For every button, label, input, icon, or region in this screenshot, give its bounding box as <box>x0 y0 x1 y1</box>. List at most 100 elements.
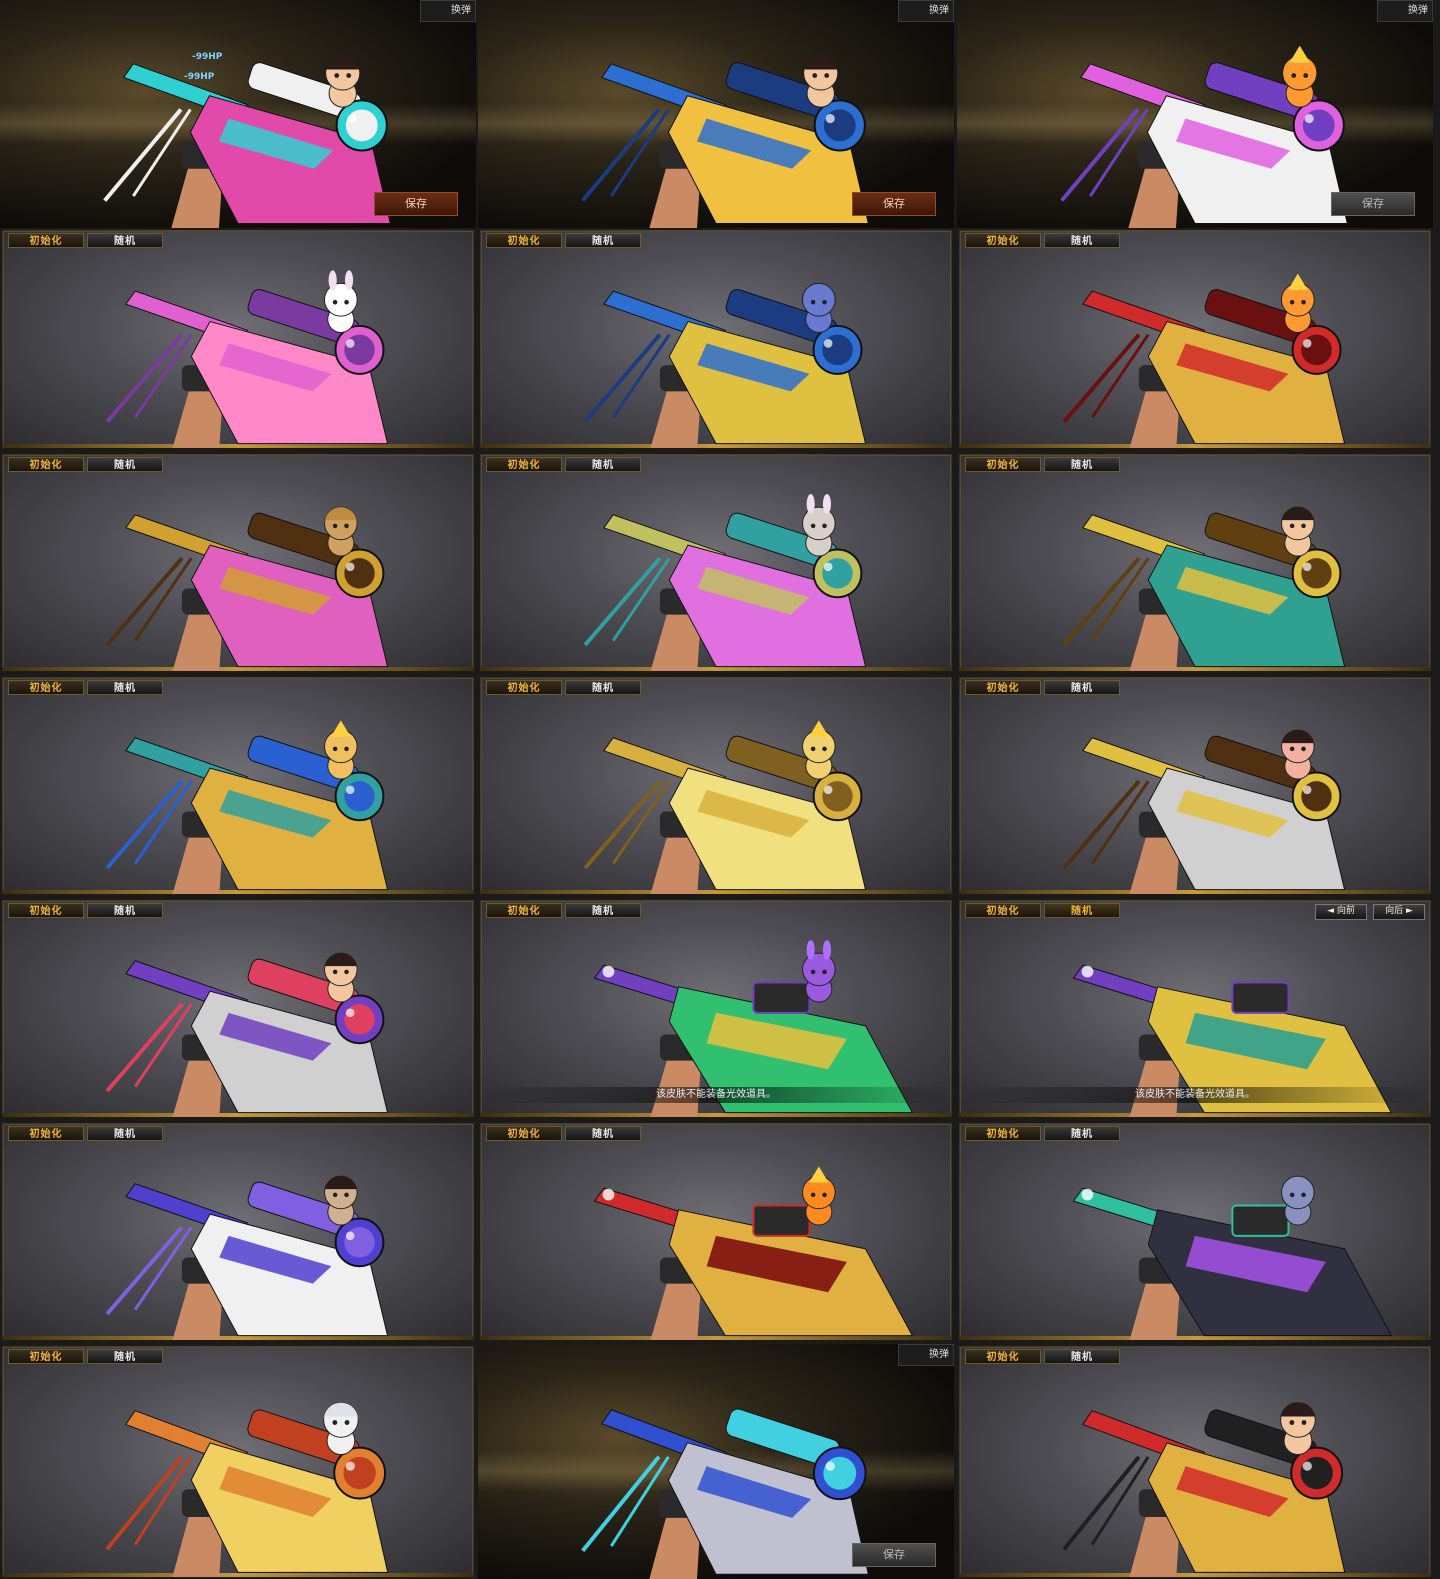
pet-mascot-icon <box>1280 1402 1316 1456</box>
init-tab[interactable]: 初始化 <box>486 457 562 472</box>
pet-eye <box>810 969 816 975</box>
lens-glint <box>825 1461 835 1471</box>
next-button[interactable]: 向后 ► <box>1373 904 1425 920</box>
init-tab[interactable]: 初始化 <box>965 680 1041 695</box>
notice-text: 该皮肤不能装备光效道具。 <box>959 1087 1431 1103</box>
skin-panel: 初始化 随机该皮肤不能装备光效道具。 <box>478 898 954 1119</box>
pet-mascot-icon <box>325 55 361 108</box>
pet-eye <box>1289 1420 1295 1425</box>
random-tab[interactable]: 随机 <box>565 457 641 472</box>
damage-text: -99HP <box>184 72 215 82</box>
skin-panel: 初始化 随机 <box>478 1121 954 1342</box>
pet-eye <box>344 523 349 529</box>
init-tab[interactable]: 初始化 <box>8 233 84 248</box>
random-tab[interactable]: 随机 <box>87 680 163 695</box>
scope-lens <box>345 109 378 142</box>
lens-glint <box>1304 114 1314 124</box>
skin-panel: 换弹 保存 -99HP -99HP <box>0 0 476 228</box>
init-tab[interactable]: 初始化 <box>8 903 84 918</box>
weapon-render <box>1072 964 1393 1117</box>
muzzle-glow <box>1081 1188 1094 1201</box>
panel-tabs: 初始化 随机 <box>8 680 163 695</box>
rifle-sight <box>752 981 811 1014</box>
scope-lens <box>823 1456 857 1490</box>
pet-eye <box>344 746 349 752</box>
weapon-render <box>105 1402 389 1577</box>
pet-mascot-icon <box>1282 45 1318 108</box>
pet-eye <box>346 73 352 78</box>
init-tab[interactable]: 初始化 <box>965 233 1041 248</box>
pet-eye <box>1301 746 1306 752</box>
panel-tabs: 初始化 随机 <box>8 233 163 248</box>
random-tab[interactable]: 随机 <box>1044 1349 1120 1364</box>
pet-ear <box>822 494 832 514</box>
init-tab[interactable]: 初始化 <box>8 457 84 472</box>
skin-panel: 初始化 随机 <box>957 1344 1433 1579</box>
random-tab[interactable]: 随机 <box>87 903 163 918</box>
panel-tabs: 初始化 随机 <box>8 903 163 918</box>
lens-glint <box>823 339 833 348</box>
bipod-leg <box>103 108 183 202</box>
random-tab[interactable]: 随机 <box>1044 1126 1120 1141</box>
panel-tabs: 初始化 随机 <box>965 1349 1120 1364</box>
reload-button[interactable]: 换弹 <box>420 0 476 22</box>
pet-eye <box>334 73 340 78</box>
init-tab[interactable]: 初始化 <box>965 903 1041 918</box>
init-tab[interactable]: 初始化 <box>486 233 562 248</box>
pet-crest <box>331 720 351 737</box>
weapon-render <box>583 282 867 448</box>
save-button[interactable]: 保存 <box>852 192 936 216</box>
notice-text: 该皮肤不能装备光效道具。 <box>480 1087 952 1103</box>
random-tab[interactable]: 随机 <box>1044 680 1120 695</box>
random-tab[interactable]: 随机 <box>1044 457 1120 472</box>
init-tab[interactable]: 初始化 <box>965 457 1041 472</box>
pet-eye <box>344 299 349 305</box>
reload-button[interactable]: 换弹 <box>1377 0 1433 22</box>
scope-lens <box>343 1456 376 1490</box>
init-tab[interactable]: 初始化 <box>965 1349 1041 1364</box>
pet-eye <box>332 1420 338 1425</box>
init-tab[interactable]: 初始化 <box>8 1126 84 1141</box>
random-tab[interactable]: 随机 <box>1044 233 1120 248</box>
random-tab[interactable]: 随机 <box>565 680 641 695</box>
bipod-leg <box>105 1225 184 1316</box>
save-button[interactable]: 保存 <box>1331 192 1415 216</box>
weapon-render <box>105 952 389 1117</box>
pet-ear <box>344 270 354 290</box>
random-tab[interactable]: 随机 <box>87 457 163 472</box>
random-tab[interactable]: 随机 <box>87 1349 163 1364</box>
random-tab[interactable]: 随机 <box>87 233 163 248</box>
pet-mascot-icon <box>324 1175 358 1226</box>
save-button[interactable]: 保存 <box>374 192 458 216</box>
pet-mascot-icon <box>324 506 358 557</box>
reload-button[interactable]: 换弹 <box>898 0 954 22</box>
pet-eye <box>1301 1420 1307 1425</box>
skin-panel: 初始化 随机 <box>478 675 954 896</box>
pet-eye <box>1301 299 1306 305</box>
bipod-leg <box>583 333 662 424</box>
init-tab[interactable]: 初始化 <box>486 903 562 918</box>
pet-head <box>802 506 836 541</box>
save-button[interactable]: 保存 <box>852 1543 936 1567</box>
random-tab[interactable]: 随机 <box>565 1126 641 1141</box>
panel-tabs: 初始化 随机 <box>8 1349 163 1364</box>
pet-mascot-icon <box>1281 1175 1315 1226</box>
init-tab[interactable]: 初始化 <box>486 1126 562 1141</box>
pet-ear <box>822 940 832 960</box>
init-tab[interactable]: 初始化 <box>486 680 562 695</box>
init-tab[interactable]: 初始化 <box>8 680 84 695</box>
weapon-render <box>105 720 389 894</box>
skin-panel: 初始化 随机 <box>0 1121 476 1342</box>
prev-button[interactable]: ◄ 向前 <box>1315 904 1367 920</box>
pet-ear <box>806 494 815 514</box>
panel-tabs: 初始化 随机 <box>965 903 1120 918</box>
pet-eye <box>822 523 827 529</box>
random-tab[interactable]: 随机 <box>87 1126 163 1141</box>
reload-button[interactable]: 换弹 <box>898 1344 954 1366</box>
random-tab[interactable]: 随机 <box>565 233 641 248</box>
random-tab[interactable]: 随机 <box>565 903 641 918</box>
init-tab[interactable]: 初始化 <box>965 1126 1041 1141</box>
pet-head <box>1281 1175 1315 1210</box>
init-tab[interactable]: 初始化 <box>8 1349 84 1364</box>
random-tab[interactable]: 随机 <box>1044 903 1120 918</box>
